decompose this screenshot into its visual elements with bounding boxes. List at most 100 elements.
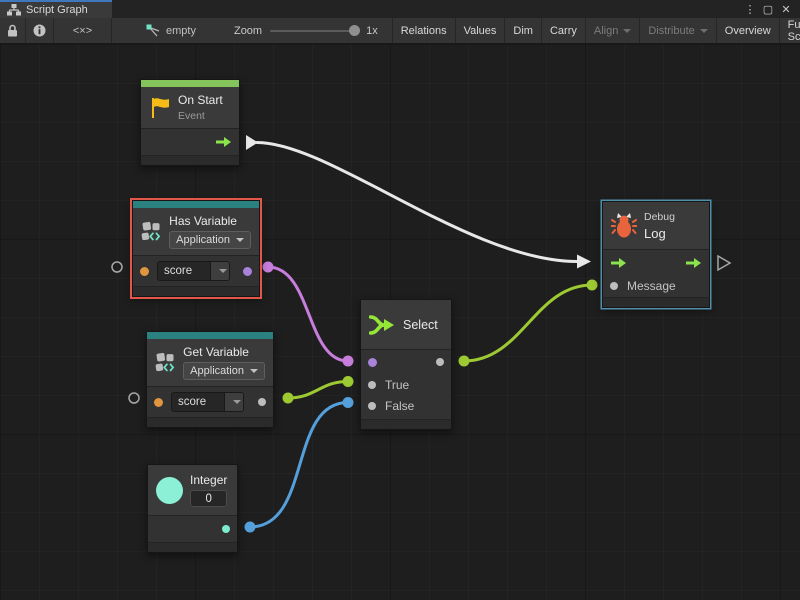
node-port-row: False — [361, 395, 451, 416]
node-title: Integer — [190, 473, 227, 487]
false-input-port[interactable] — [368, 402, 376, 410]
relations-button[interactable]: Relations — [392, 18, 456, 43]
bug-icon — [611, 212, 637, 239]
fullscreen-label: Full Screen — [788, 19, 800, 43]
tab-label: Script Graph — [26, 4, 88, 16]
wire-getvariable-to-select-true[interactable] — [288, 382, 348, 399]
variable-name-dropdown-button[interactable] — [211, 261, 230, 281]
variable-name-field[interactable]: score — [157, 261, 230, 281]
node-on-start[interactable]: On Start Event — [140, 79, 240, 166]
message-input-port[interactable] — [610, 282, 618, 290]
node-header: Integer 0 — [148, 465, 237, 516]
connection-label: empty — [166, 25, 196, 37]
lock-button[interactable] — [0, 18, 26, 43]
unconnected-flow-triangle[interactable] — [718, 256, 730, 270]
unconnected-port-ring[interactable] — [129, 393, 139, 403]
bool-output-port[interactable] — [243, 267, 252, 276]
node-has-variable[interactable]: Has Variable Application score — [132, 200, 260, 297]
int-output-port[interactable] — [222, 525, 230, 533]
node-header: On Start Event — [141, 87, 239, 129]
node-footer — [361, 419, 451, 429]
node-port-row — [603, 250, 709, 275]
overview-button[interactable]: Overview — [717, 18, 780, 43]
flow-output-port[interactable] — [215, 136, 232, 148]
value-input-port[interactable] — [140, 267, 149, 276]
maximize-icon[interactable]: ▢ — [760, 1, 776, 17]
toolbar: <×> empty Zoom 1x Relations Values Dim — [0, 18, 800, 44]
wire-select-to-log-message[interactable] — [464, 285, 592, 361]
code-view-button[interactable]: <×> — [54, 18, 112, 43]
align-label: Align — [594, 25, 618, 37]
selection-output-port[interactable] — [436, 358, 444, 366]
wire-endpoint[interactable] — [343, 376, 354, 387]
node-integer[interactable]: Integer 0 — [147, 464, 238, 553]
zoom-value: 1x — [366, 25, 378, 37]
info-button[interactable] — [26, 18, 54, 43]
chevron-down-icon — [236, 238, 244, 242]
align-button[interactable]: Align — [586, 18, 640, 43]
dim-button[interactable]: Dim — [505, 18, 542, 43]
variable-name-input[interactable]: score — [157, 261, 211, 281]
chevron-down-icon — [250, 369, 258, 373]
wire-endpoint[interactable] — [343, 397, 354, 408]
menu-kebab-icon[interactable]: ⋮ — [742, 1, 758, 17]
distribute-label: Distribute — [648, 25, 694, 37]
wire-hasvariable-to-select[interactable] — [268, 267, 348, 361]
connection-pointer-icon — [146, 24, 161, 37]
zoom-slider[interactable] — [270, 30, 358, 32]
node-footer — [147, 417, 273, 427]
node-category: Debug — [644, 211, 675, 223]
unconnected-port-ring[interactable] — [112, 262, 122, 272]
tab-script-graph[interactable]: Script Graph — [0, 0, 112, 18]
code-icon: <×> — [73, 25, 92, 37]
node-footer — [141, 155, 239, 165]
integer-value-input[interactable]: 0 — [190, 490, 227, 507]
variable-name-input[interactable]: score — [171, 392, 225, 412]
node-get-variable[interactable]: Get Variable Application score — [146, 331, 274, 428]
flow-output-port[interactable] — [685, 257, 702, 269]
wire-onstart-to-log[interactable] — [257, 143, 577, 262]
wire-end-arrowhead[interactable] — [577, 255, 591, 269]
node-header: Has Variable Application — [133, 208, 259, 256]
node-footer — [133, 286, 259, 296]
zoom-control: Zoom 1x — [234, 18, 378, 43]
overview-label: Overview — [725, 25, 771, 37]
true-input-port[interactable] — [368, 381, 376, 389]
wire-endpoint[interactable] — [587, 280, 598, 291]
variables-icon — [141, 220, 162, 244]
carry-label: Carry — [550, 25, 577, 37]
variable-name-field[interactable]: score — [171, 392, 244, 412]
value-input-port[interactable] — [154, 398, 163, 407]
node-select[interactable]: Select True False — [360, 299, 452, 430]
variables-icon — [155, 351, 176, 375]
script-graph-window: Script Graph ⋮ ▢ ✕ <×> — [0, 0, 800, 600]
value-output-port[interactable] — [258, 398, 266, 406]
graph-canvas[interactable]: On Start Event — [0, 44, 800, 600]
scope-dropdown[interactable]: Application — [169, 231, 251, 249]
node-port-row: score — [147, 387, 273, 417]
flow-input-port[interactable] — [610, 257, 627, 269]
title-bar: Script Graph ⋮ ▢ ✕ — [0, 0, 800, 18]
distribute-button[interactable]: Distribute — [640, 18, 716, 43]
false-port-label: False — [385, 399, 414, 413]
node-port-row — [361, 350, 451, 374]
node-footer — [148, 542, 237, 552]
variable-name-dropdown-button[interactable] — [225, 392, 244, 412]
select-merge-icon — [369, 314, 396, 336]
zoom-slider-knob[interactable] — [349, 25, 360, 36]
scope-value: Application — [176, 234, 230, 246]
scope-dropdown[interactable]: Application — [183, 362, 265, 380]
condition-input-port[interactable] — [368, 358, 377, 367]
carry-button[interactable]: Carry — [542, 18, 586, 43]
variable-colorbar — [147, 332, 273, 339]
values-button[interactable]: Values — [456, 18, 506, 43]
chevron-down-icon — [233, 400, 241, 404]
fullscreen-button[interactable]: Full Screen — [780, 18, 800, 43]
close-icon[interactable]: ✕ — [778, 1, 794, 17]
toolbar-buttons: Relations Values Dim Carry Align Distrib… — [392, 18, 800, 43]
event-colorbar — [141, 80, 239, 87]
node-footer — [603, 297, 709, 307]
values-label: Values — [464, 25, 497, 37]
node-debug-log[interactable]: Debug Log Message — [602, 201, 710, 308]
wire-endpoint[interactable] — [343, 356, 354, 367]
